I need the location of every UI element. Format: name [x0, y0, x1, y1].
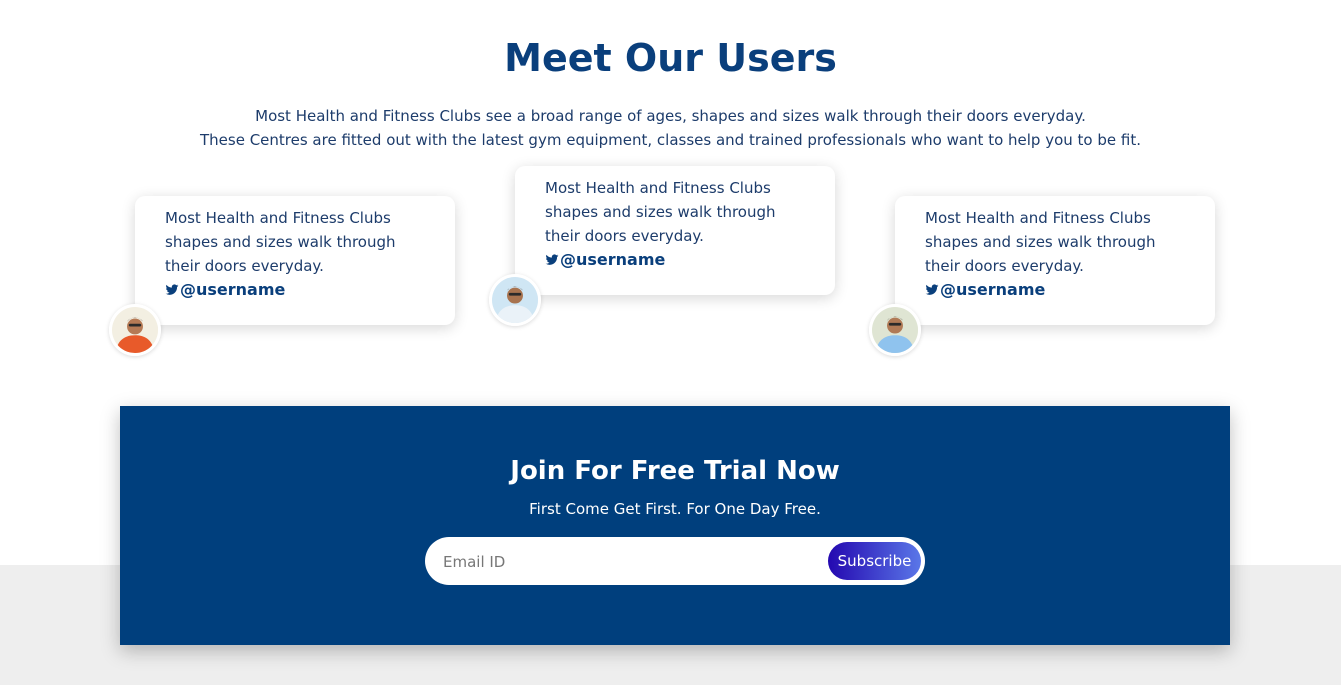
testimonial-quote: Most Health and Fitness Clubs shapes and… — [545, 179, 776, 245]
twitter-handle-link[interactable]: @username — [165, 280, 425, 299]
intro-line: These Centres are fitted out with the la… — [199, 131, 1141, 149]
subscribe-form: Subscribe — [425, 537, 925, 585]
twitter-handle-link[interactable]: @username — [545, 250, 805, 269]
handle-text: @username — [940, 280, 1046, 299]
user-avatar — [109, 304, 161, 356]
free-trial-banner: Join For Free Trial Now First Come Get F… — [120, 406, 1230, 645]
email-input[interactable] — [441, 546, 825, 578]
twitter-icon — [165, 283, 179, 295]
twitter-handle-link[interactable]: @username — [925, 280, 1185, 299]
section-title: Meet Our Users — [504, 36, 837, 80]
handle-text: @username — [180, 280, 286, 299]
twitter-icon — [925, 283, 939, 295]
testimonial-quote: Most Health and Fitness Clubs shapes and… — [925, 209, 1156, 275]
testimonial-quote: Most Health and Fitness Clubs shapes and… — [165, 209, 396, 275]
section-intro: Most Health and Fitness Clubs see a broa… — [0, 104, 1341, 152]
twitter-icon — [545, 253, 559, 265]
trial-subtitle: First Come Get First. For One Day Free. — [529, 500, 821, 518]
user-avatar — [489, 274, 541, 326]
intro-line: Most Health and Fitness Clubs see a broa… — [255, 107, 1086, 125]
user-avatar — [869, 304, 921, 356]
handle-text: @username — [560, 250, 666, 269]
testimonial-card: Most Health and Fitness Clubs shapes and… — [515, 166, 835, 295]
subscribe-button[interactable]: Subscribe — [828, 542, 921, 580]
testimonial-card: Most Health and Fitness Clubs shapes and… — [895, 196, 1215, 325]
testimonial-card: Most Health and Fitness Clubs shapes and… — [135, 196, 455, 325]
trial-title: Join For Free Trial Now — [510, 456, 840, 486]
